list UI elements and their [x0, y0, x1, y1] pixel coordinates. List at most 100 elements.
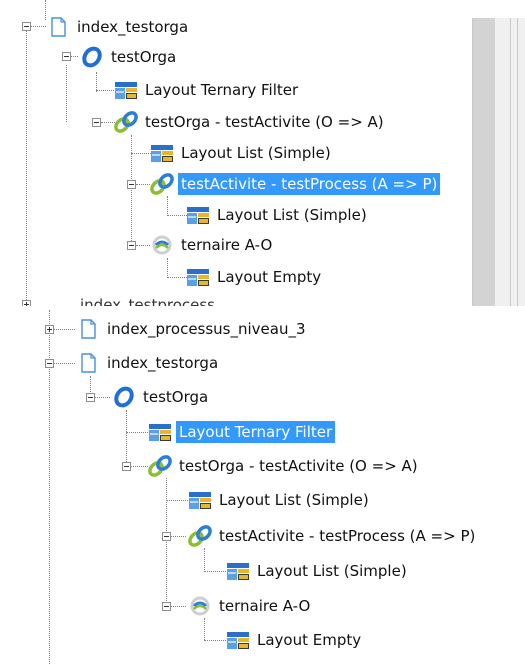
- layout-icon: [114, 79, 138, 101]
- tree-node-link-orga-activite[interactable]: testOrga - testActivite (O => A): [114, 109, 387, 135]
- tree-line: [204, 640, 226, 641]
- tree-node-index-processus[interactable]: index_processus_niveau_3: [76, 316, 309, 342]
- tree-node-label: testOrga - testActivite (O => A): [179, 457, 418, 475]
- tree-node-label: Layout Ternary Filter: [145, 81, 299, 99]
- ternary-icon: [150, 234, 174, 256]
- tree-line: [53, 329, 75, 330]
- tree-node-label: ternaire A-O: [181, 236, 273, 254]
- tree-line: [131, 153, 151, 154]
- tree-node-label-selected: testActivite - testProcess (A => P): [178, 173, 441, 195]
- collapse-toggle[interactable]: [45, 359, 54, 368]
- tree-node-label: Layout List (Simple): [219, 491, 369, 509]
- tree-node-label: Layout Empty: [257, 631, 362, 649]
- tree-line: [96, 90, 114, 91]
- tree-line: [26, 30, 27, 306]
- tree-node-layout-ternary-filter[interactable]: Layout Ternary Filter: [148, 419, 336, 445]
- collapse-toggle[interactable]: [122, 462, 131, 471]
- tree-node-index-testorga[interactable]: index_testorga: [76, 350, 221, 376]
- orga-ring-icon: [80, 46, 104, 68]
- tree-node-label: Layout Empty: [217, 268, 322, 286]
- tree-line: [204, 548, 205, 570]
- document-icon: [76, 352, 100, 374]
- tree-line: [94, 397, 110, 398]
- tree-node-layout-list[interactable]: Layout List (Simple): [226, 558, 410, 584]
- tree-line: [130, 466, 148, 467]
- tree-node-label: testOrga - testActivite (O => A): [145, 113, 384, 131]
- tree-panel-top: index_testorga testOrga Layout Ternary F…: [0, 0, 525, 306]
- tree-line: [131, 135, 132, 245]
- tree-panel-bottom: index_processus_niveau_3 index_testorga …: [0, 310, 525, 664]
- ternary-icon: [188, 595, 212, 617]
- tree-node-label: index_testorga: [77, 18, 189, 36]
- tree-line: [53, 363, 75, 364]
- tree-node-label: Layout List (Simple): [257, 562, 407, 580]
- tree-node-label: index_testorga: [107, 354, 219, 372]
- collapse-toggle[interactable]: [62, 52, 71, 61]
- tree-node-label-selected: Layout Ternary Filter: [176, 421, 336, 443]
- layout-icon: [148, 421, 172, 443]
- collapse-toggle[interactable]: [127, 180, 136, 189]
- tree-node-layout-list[interactable]: Layout List (Simple): [188, 487, 372, 513]
- tree-line: [204, 618, 205, 640]
- tree-line: [126, 432, 148, 433]
- vertical-scrollbar[interactable]: [472, 18, 495, 306]
- tree-line: [136, 245, 150, 246]
- tree-line: [166, 500, 188, 501]
- tree-node-layout-list[interactable]: Layout List (Simple): [186, 202, 370, 228]
- expand-toggle[interactable]: [45, 325, 54, 334]
- layout-icon: [188, 489, 212, 511]
- link-icon: [188, 525, 212, 547]
- tree-node-index-testorga[interactable]: index_testorga: [46, 14, 191, 40]
- tree-node-ternaire[interactable]: ternaire A-O: [150, 232, 275, 258]
- tree-node-testorga[interactable]: testOrga: [80, 44, 179, 70]
- tree-node-link-activite-process[interactable]: testActivite - testProcess (A => P): [150, 171, 441, 197]
- scrollbar-divider: [510, 18, 511, 306]
- tree-node-label: testOrga: [111, 48, 177, 66]
- tree-node-label: Layout List (Simple): [181, 144, 331, 162]
- tree-line: [167, 215, 187, 216]
- tree-line: [204, 571, 226, 572]
- tree-line: [126, 410, 127, 466]
- tree-line: [170, 536, 186, 537]
- tree-node-layout-ternary-filter[interactable]: Layout Ternary Filter: [114, 77, 301, 103]
- tree-line: [101, 122, 115, 123]
- tree-node-label: testActivite - testProcess (A => P): [219, 527, 476, 545]
- tree-node-layout-empty[interactable]: Layout Empty: [226, 627, 364, 653]
- tree-node-testorga[interactable]: testOrga: [112, 384, 211, 410]
- tree-line: [30, 26, 46, 27]
- tree-line: [66, 65, 67, 122]
- tree-node-layout-list[interactable]: Layout List (Simple): [150, 140, 334, 166]
- tree-line: [167, 196, 168, 216]
- collapse-toggle[interactable]: [162, 602, 171, 611]
- tree-line: [167, 258, 168, 278]
- document-icon: [76, 318, 100, 340]
- tree-node-label: ternaire A-O: [219, 597, 311, 615]
- collapse-toggle[interactable]: [86, 393, 95, 402]
- layout-icon: [226, 560, 250, 582]
- tree-line: [96, 72, 97, 92]
- tree-node-label: testOrga: [143, 388, 209, 406]
- layout-icon: [226, 629, 250, 651]
- collapse-toggle[interactable]: [92, 118, 101, 127]
- layout-icon: [150, 142, 174, 164]
- tree-line: [166, 478, 167, 605]
- tree-node-cut-off: index_testprocess: [80, 296, 215, 306]
- collapse-toggle[interactable]: [127, 241, 136, 250]
- tree-line: [170, 606, 186, 607]
- tree-node-ternaire[interactable]: ternaire A-O: [188, 593, 313, 619]
- document-icon: [46, 16, 70, 38]
- tree-node-label: index_processus_niveau_3: [107, 320, 306, 338]
- link-icon: [114, 111, 138, 133]
- layout-icon: [186, 266, 210, 288]
- layout-icon: [186, 204, 210, 226]
- collapse-toggle[interactable]: [162, 532, 171, 541]
- tree-node-link-orga-activite[interactable]: testOrga - testActivite (O => A): [148, 453, 421, 479]
- tree-node-layout-empty[interactable]: Layout Empty: [186, 264, 324, 290]
- orga-ring-icon: [112, 386, 136, 408]
- tree-node-label: Layout List (Simple): [217, 206, 367, 224]
- tree-line: [136, 184, 150, 185]
- scrollbar-divider: [517, 18, 518, 306]
- tree-line: [167, 277, 187, 278]
- tree-node-link-activite-process[interactable]: testActivite - testProcess (A => P): [188, 523, 478, 549]
- collapse-toggle[interactable]: [22, 22, 31, 31]
